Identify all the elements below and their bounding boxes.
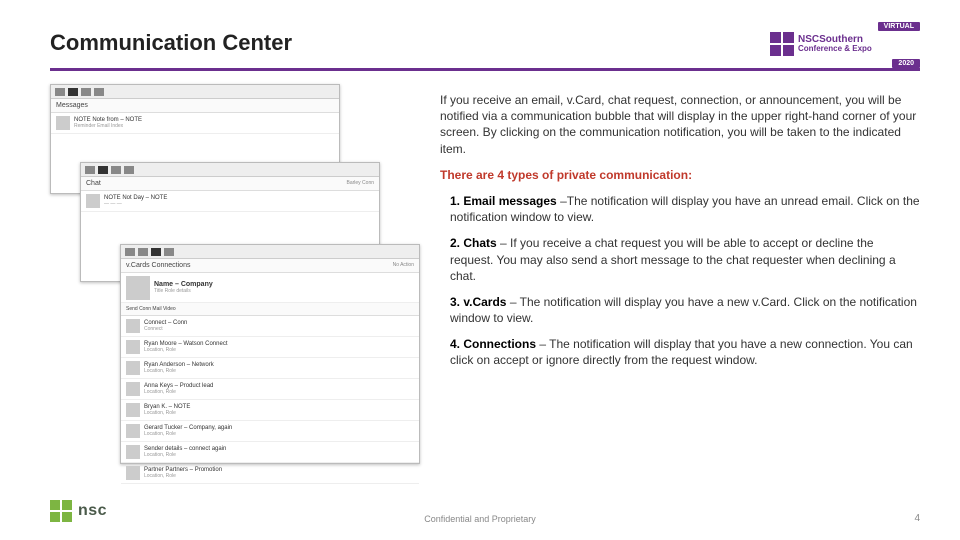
panel-vcards: v.Cards Connections No Action Name – Comp… xyxy=(120,244,420,464)
panel-chat-row-sub: — — — xyxy=(104,201,374,207)
panel-vcards-profile-sub: Title Role details xyxy=(154,288,414,294)
list-item: Partner Partners – PromotionLocation, Ro… xyxy=(121,463,419,484)
comm-type-item: 3. v.Cards – The notification will displ… xyxy=(440,294,920,326)
panel-vcards-profile-name: Name – Company xyxy=(154,281,414,288)
list-item: Gerard Tucker – Company, againLocation, … xyxy=(121,421,419,442)
conference-logo-line2: Conference & Expo xyxy=(798,45,872,53)
panel-messages-row-sub: Reminder Email Index xyxy=(74,123,334,129)
comm-type-item: 2. Chats – If you receive a chat request… xyxy=(440,235,920,284)
list-item: Sender details – connect againLocation, … xyxy=(121,442,419,463)
screenshot-stack: Messages NOTE Note from – NOTEReminder E… xyxy=(50,84,420,474)
list-item: Anna Keys – Product leadLocation, Role xyxy=(121,379,419,400)
list-item: Connect – ConnConnect xyxy=(121,316,419,337)
comm-type-item: 1. Email messages –The notification will… xyxy=(440,193,920,225)
types-heading: There are 4 types of private communicati… xyxy=(440,167,920,183)
page-number: 4 xyxy=(914,513,920,524)
list-item: Ryan Moore – Watson ConnectLocation, Rol… xyxy=(121,337,419,358)
body-text: If you receive an email, v.Card, chat re… xyxy=(440,92,920,379)
list-item: Bryan K. – NOTELocation, Role xyxy=(121,400,419,421)
panel-vcards-right: No Action xyxy=(393,262,414,269)
panel-chat-right: Barley Conn xyxy=(346,180,374,187)
intro-paragraph: If you receive an email, v.Card, chat re… xyxy=(440,92,920,157)
year-badge: 2020 xyxy=(892,59,920,68)
comm-type-item: 4. Connections – The notification will d… xyxy=(440,336,920,368)
header-rule xyxy=(50,68,920,71)
list-item: Ryan Anderson – NetworkLocation, Role xyxy=(121,358,419,379)
panel-vcards-list: Connect – ConnConnectRyan Moore – Watson… xyxy=(121,316,419,484)
panel-vcards-tab: v.Cards Connections xyxy=(126,262,190,269)
conference-logo: VIRTUAL NSCSouthern Conference & Expo 20… xyxy=(770,22,920,66)
panel-chat-label: Chat xyxy=(86,180,101,187)
footer-confidential: Confidential and Proprietary xyxy=(0,514,960,524)
virtual-badge: VIRTUAL xyxy=(878,22,920,31)
conference-logo-icon xyxy=(770,32,794,56)
panel-messages-label: Messages xyxy=(51,99,339,113)
panel-vcards-filter: Send Conn Mail Video xyxy=(121,303,419,316)
